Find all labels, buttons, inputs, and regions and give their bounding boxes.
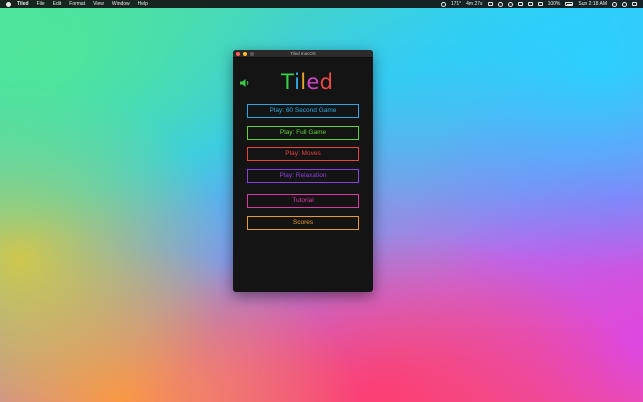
app-window: Tiled macOS Tiled Play: 60 Second Game P…	[233, 50, 373, 292]
bluetooth-icon[interactable]	[517, 2, 523, 6]
play-full-game-button[interactable]: Play: Full Game	[247, 126, 359, 140]
menu-bar: Tiled File Edit Format View Window Help …	[0, 0, 643, 8]
menu-edit[interactable]: Edit	[53, 1, 62, 7]
window-title: Tiled macOS	[290, 51, 316, 56]
app-logo: Tiled	[281, 70, 333, 94]
logo-letter-e: e	[306, 70, 320, 94]
temperature-readout[interactable]: 171°	[451, 1, 461, 7]
menu-window[interactable]: Window	[112, 1, 130, 7]
menu-format[interactable]: Format	[69, 1, 85, 7]
window-content: Tiled Play: 60 Second Game Play: Full Ga…	[233, 58, 373, 292]
logo-letter-d: d	[319, 70, 334, 94]
timer-readout[interactable]: 4m 27s	[466, 1, 482, 7]
window-titlebar[interactable]: Tiled macOS	[233, 50, 373, 58]
time-machine-icon[interactable]	[497, 1, 503, 7]
status-area: 171° 4m 27s 100% Sun 2:18 AM	[440, 1, 637, 7]
logo-letter-t: T	[281, 70, 295, 94]
notification-center-icon[interactable]	[632, 2, 637, 6]
volume-icon[interactable]	[537, 2, 543, 6]
clock[interactable]: Sun 2:18 AM	[578, 1, 607, 7]
tutorial-button[interactable]: Tutorial	[247, 194, 359, 208]
play-relaxation-button[interactable]: Play: Relaxation	[247, 169, 359, 183]
menu-help[interactable]: Help	[138, 1, 148, 7]
menu-file[interactable]: File	[37, 1, 45, 7]
menu-app-name[interactable]: Tiled	[17, 1, 29, 7]
battery-icon[interactable]	[565, 2, 574, 6]
apple-menu-icon[interactable]	[6, 1, 11, 7]
spotlight-search-icon[interactable]	[612, 1, 617, 7]
play-60-second-button[interactable]: Play: 60 Second Game	[247, 104, 359, 118]
battery-percent[interactable]: 100%	[548, 1, 561, 7]
play-moves-button[interactable]: Play: Moves	[247, 147, 359, 161]
wifi-icon[interactable]	[527, 2, 533, 6]
siri-icon[interactable]	[622, 1, 627, 7]
scores-button[interactable]: Scores	[247, 216, 359, 230]
speaker-volume-icon[interactable]	[239, 78, 251, 88]
menu-view[interactable]: View	[93, 1, 104, 7]
status-circle-icon[interactable]	[440, 1, 446, 7]
dropbox-icon[interactable]	[487, 2, 493, 6]
history-icon[interactable]	[507, 1, 513, 7]
